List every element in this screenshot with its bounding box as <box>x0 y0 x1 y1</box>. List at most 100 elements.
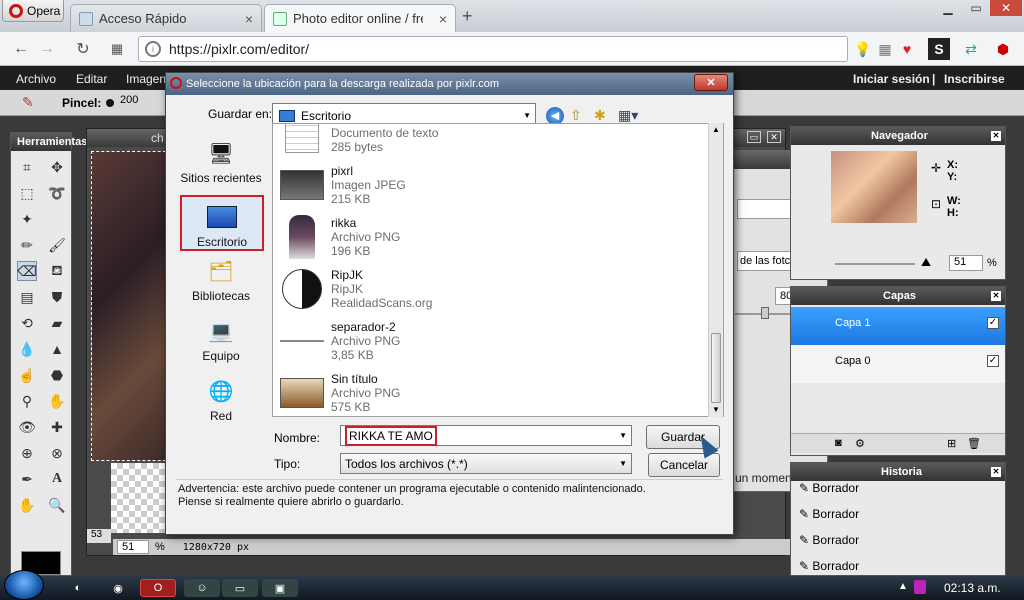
eraser-tool-icon[interactable]: ⌫ <box>17 261 37 281</box>
canvas-zoom-value[interactable]: 51 <box>117 540 149 554</box>
history-item[interactable]: ✎ Borrador <box>799 507 859 521</box>
lightbulb-icon[interactable]: 💡 <box>852 38 874 60</box>
menu-editar[interactable]: Editar <box>76 72 107 86</box>
layer-settings-icon[interactable]: ⚙ <box>855 437 865 450</box>
hand-tool-icon[interactable]: ✋ <box>17 495 37 515</box>
menu-imagen[interactable]: Imagen <box>126 72 166 86</box>
pinch-tool-icon[interactable]: ⊗ <box>47 443 67 463</box>
login-link[interactable]: Iniciar sesión <box>853 72 930 86</box>
bucket-tool-icon[interactable]: ⛾ <box>47 261 67 281</box>
scrollbar-thumb[interactable] <box>711 333 721 403</box>
layer-row-selected[interactable]: Capa 1 ✓ <box>791 307 1005 345</box>
wand-tool-icon[interactable]: ✦ <box>17 209 37 229</box>
taskbar-opera-icon[interactable]: O <box>140 579 176 597</box>
up-folder-icon[interactable]: ⇧ <box>570 107 582 124</box>
menu-archivo[interactable]: Archivo <box>16 72 56 86</box>
move-tool-icon[interactable]: ✥ <box>47 157 67 177</box>
canvas-close-icon[interactable]: ✕ <box>767 131 781 143</box>
file-row[interactable]: RipJK RipJK RealidadScans.org <box>273 264 703 316</box>
translate-extension-icon[interactable]: ⇄ <box>960 38 982 60</box>
place-network[interactable]: 🌐 Red <box>178 365 264 424</box>
brush-tool-icon[interactable]: 🖌 <box>47 235 67 255</box>
history-close-icon[interactable]: ✕ <box>991 467 1001 477</box>
file-row[interactable]: rikka Archivo PNG 196 KB <box>273 212 703 264</box>
cancel-button[interactable]: Cancelar <box>648 453 720 477</box>
stylish-extension-icon[interactable]: S <box>928 38 950 60</box>
file-list-scrollbar[interactable]: ▼ ▲ <box>708 123 723 417</box>
bloat-tool-icon[interactable]: ⊕ <box>17 443 37 463</box>
drawing-tool-icon[interactable]: ▰ <box>47 313 67 333</box>
history-item[interactable]: ✎ Borrador <box>799 559 859 573</box>
layer-visibility-checkbox[interactable]: ✓ <box>987 317 999 329</box>
zoom-tool-icon[interactable]: 🔍 <box>47 495 67 515</box>
stamp-tool-icon[interactable]: ⛊ <box>47 287 67 307</box>
tab-acceso-rapido[interactable]: Acceso Rápido × <box>70 4 262 32</box>
layer-mask-icon[interactable]: ◙ <box>835 437 842 449</box>
brush-size-value[interactable]: 200 <box>120 94 138 106</box>
start-button[interactable] <box>4 570 44 600</box>
smudge-tool-icon[interactable]: ☝ <box>17 365 37 385</box>
window-close-icon[interactable]: ✕ <box>990 0 1022 16</box>
file-row[interactable]: Documento de texto 285 bytes <box>273 124 703 160</box>
history-item[interactable]: ✎ Borrador <box>799 533 859 547</box>
taskbar-messenger-icon[interactable]: ☺ <box>184 579 220 597</box>
forward-arrow-icon[interactable]: → <box>36 39 58 59</box>
layer-row[interactable]: Capa 0 ✓ <box>791 345 1005 383</box>
speed-dial-icon[interactable]: ▦ <box>874 38 896 60</box>
register-link[interactable]: Inscribirse <box>944 72 1005 86</box>
file-row[interactable]: Sin título Archivo PNG 575 KB <box>273 368 703 416</box>
heart-icon[interactable]: ♥ <box>896 38 918 60</box>
taskbar-chrome-icon[interactable]: ◉ <box>104 579 132 597</box>
slider-thumb[interactable] <box>761 307 769 319</box>
scroll-up-icon[interactable]: ▲ <box>712 125 720 134</box>
taskbar-window-icon[interactable]: ▣ <box>262 579 298 597</box>
taskbar-clock[interactable]: 02:13 a.m. <box>944 581 1001 595</box>
layer-visibility-checkbox[interactable]: ✓ <box>987 355 999 367</box>
reload-icon[interactable]: ↻ <box>72 39 94 59</box>
gradient-tool-icon[interactable]: ▤ <box>17 287 37 307</box>
place-libraries[interactable]: 🗂 Bibliotecas <box>178 245 264 304</box>
file-name-field[interactable]: RIKKA TE AMO ▼ <box>340 425 632 446</box>
speed-dial-grid-icon[interactable]: ▦ <box>106 39 128 59</box>
taskbar-app-icon[interactable]: ◐ <box>64 579 92 597</box>
file-row[interactable]: separador-2 Archivo PNG 3,85 KB <box>273 316 703 368</box>
delete-layer-icon[interactable]: 🗑 <box>967 437 981 450</box>
file-type-dropdown[interactable]: Todos los archivos (*.*) ▼ <box>340 453 632 474</box>
spot-heal-tool-icon[interactable]: ✚ <box>47 417 67 437</box>
back-arrow-icon[interactable]: ← <box>10 39 32 59</box>
crop-tool-icon[interactable]: ⌗ <box>17 157 37 177</box>
lasso-tool-icon[interactable]: ➰ <box>47 183 67 203</box>
pencil-tool-icon[interactable]: ✏ <box>17 235 37 255</box>
navigator-zoom-field[interactable]: 51 <box>949 255 983 271</box>
new-folder-icon[interactable]: ✱ <box>594 107 606 124</box>
tray-app-icon[interactable] <box>914 580 926 594</box>
dialog-close-button[interactable]: ✕ <box>694 74 728 91</box>
layers-close-icon[interactable]: ✕ <box>991 291 1001 301</box>
file-row[interactable]: pixrl Imagen JPEG 215 KB <box>273 160 703 212</box>
tab-close-icon[interactable]: × <box>439 11 447 27</box>
dodge-tool-icon[interactable]: ⚲ <box>17 391 37 411</box>
scroll-down-icon[interactable]: ▼ <box>712 405 720 414</box>
minimize-icon[interactable]: ▁ <box>934 0 962 16</box>
taskbar-folder-icon[interactable]: ▭ <box>222 579 258 597</box>
site-info-icon[interactable]: i <box>145 41 161 57</box>
url-field[interactable]: i https://pixlr.com/editor/ <box>138 36 848 62</box>
tab-pixlr-editor[interactable]: Photo editor online / free i × <box>264 4 456 32</box>
navigator-close-icon[interactable]: ✕ <box>991 131 1001 141</box>
marquee-tool-icon[interactable]: ⬚ <box>17 183 37 203</box>
new-layer-icon[interactable]: ⊞ <box>947 437 956 450</box>
place-computer[interactable]: 💻 Equipo <box>178 305 264 364</box>
type-tool-icon[interactable]: A <box>47 469 67 489</box>
red-eye-tool-icon[interactable]: 👁 <box>17 417 37 437</box>
sponge-tool-icon[interactable]: ⬣ <box>47 365 67 385</box>
adblock-extension-icon[interactable]: ⬢ <box>992 38 1014 60</box>
canvas-image[interactable] <box>91 151 171 461</box>
brush-preview-icon[interactable] <box>106 99 114 107</box>
canvas-maximize-icon[interactable]: ▭ <box>747 131 761 143</box>
canvas-transparent-area[interactable] <box>111 463 171 533</box>
sharpen-tool-icon[interactable]: ▲ <box>47 339 67 359</box>
maximize-icon[interactable]: ▭ <box>962 0 990 16</box>
place-desktop[interactable]: Escritorio <box>180 195 264 251</box>
burn-tool-icon[interactable]: ✋ <box>47 391 67 411</box>
history-item[interactable]: ✎ Borrador <box>799 481 859 495</box>
